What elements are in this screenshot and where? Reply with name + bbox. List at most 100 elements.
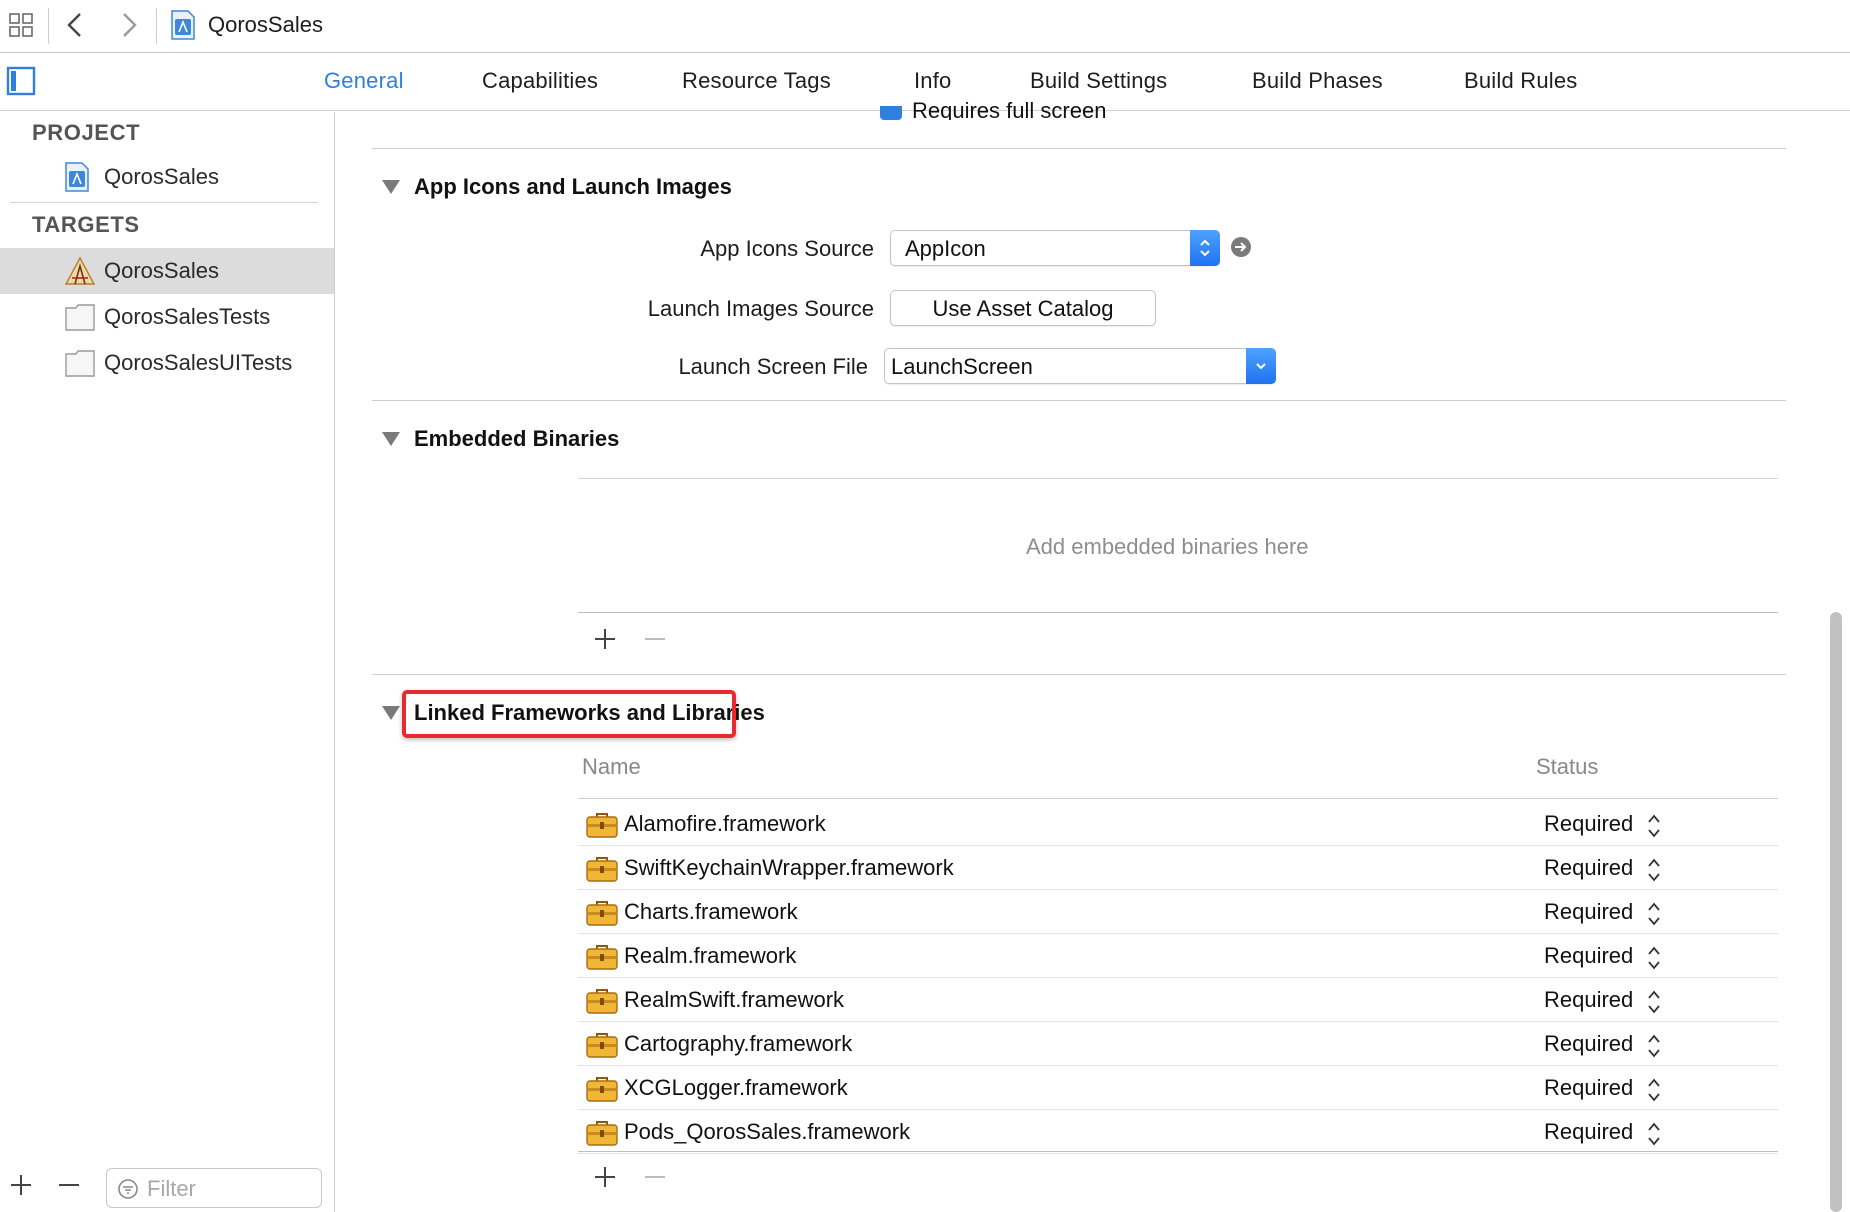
- go-to-arrow-icon[interactable]: [1230, 236, 1252, 258]
- project-file-icon: [64, 162, 96, 192]
- framework-row[interactable]: RealmSwift.framework Required: [578, 978, 1778, 1022]
- updown-chevron-icon[interactable]: [1646, 900, 1662, 928]
- tab-build-settings[interactable]: Build Settings: [1030, 68, 1167, 94]
- test-target-icon: [64, 348, 96, 378]
- framework-row[interactable]: SwiftKeychainWrapper.framework Required: [578, 846, 1778, 890]
- sidebar-item-label: QorosSalesUITests: [104, 350, 293, 375]
- project-file-icon: [170, 10, 196, 40]
- framework-toolbox-icon: [586, 1032, 618, 1058]
- updown-chevron-icon[interactable]: [1646, 988, 1662, 1016]
- updown-chevron-icon[interactable]: [1646, 1032, 1662, 1060]
- filter-placeholder: Filter: [147, 1176, 196, 1201]
- filter-icon: [117, 1178, 139, 1200]
- targets-heading: TARGETS: [32, 212, 140, 237]
- launch-images-source-label: Launch Images Source: [647, 296, 874, 321]
- highlight-annotation: [402, 690, 736, 738]
- tab-info[interactable]: Info: [914, 68, 952, 94]
- remove-target-button[interactable]: [56, 1172, 82, 1198]
- tab-build-phases[interactable]: Build Phases: [1252, 68, 1383, 94]
- app-icons-section-title: App Icons and Launch Images: [414, 174, 732, 199]
- name-column-header[interactable]: Name: [582, 754, 641, 780]
- framework-status[interactable]: Required: [1544, 987, 1633, 1013]
- sidebar-item-label: QorosSalesTests: [104, 304, 271, 329]
- project-navigator-sidebar: PROJECT QorosSales TARGETS QorosSales Qo…: [0, 112, 335, 1212]
- framework-row[interactable]: Pods_QorosSales.framework Required: [578, 1110, 1778, 1154]
- jump-bar: QorosSales: [0, 0, 1850, 53]
- framework-row[interactable]: Realm.framework Required: [578, 934, 1778, 978]
- framework-toolbox-icon: [586, 1120, 618, 1146]
- app-icons-source-popup[interactable]: AppIcon: [890, 230, 1220, 266]
- framework-row[interactable]: Charts.framework Required: [578, 890, 1778, 934]
- general-settings-editor: Requires full screen App Icons and Launc…: [336, 98, 1826, 1212]
- framework-toolbox-icon: [586, 988, 618, 1014]
- grid-icon[interactable]: [6, 10, 36, 40]
- framework-name: Pods_QorosSales.framework: [624, 1119, 911, 1144]
- requires-full-screen-label: Requires full screen: [912, 98, 1107, 120]
- updown-chevron-icon[interactable]: [1646, 1076, 1662, 1104]
- framework-status[interactable]: Required: [1544, 943, 1633, 969]
- remove-embedded-binary-button[interactable]: [642, 626, 668, 652]
- launch-screen-file-label: Launch Screen File: [678, 354, 868, 379]
- app-icons-source-value: AppIcon: [905, 236, 986, 261]
- add-embedded-binary-button[interactable]: [592, 626, 618, 652]
- framework-status[interactable]: Required: [1544, 811, 1633, 837]
- framework-status[interactable]: Required: [1544, 1119, 1633, 1145]
- framework-row[interactable]: Alamofire.framework Required: [578, 802, 1778, 846]
- framework-name: RealmSwift.framework: [624, 987, 845, 1012]
- sidebar-item-target-qorossales[interactable]: QorosSales: [0, 248, 334, 294]
- back-arrow-icon[interactable]: [60, 10, 90, 40]
- framework-status[interactable]: Required: [1544, 1031, 1633, 1057]
- framework-toolbox-icon: [586, 900, 618, 926]
- framework-status[interactable]: Required: [1544, 899, 1633, 925]
- remove-framework-button[interactable]: [642, 1164, 668, 1190]
- framework-status[interactable]: Required: [1544, 1075, 1633, 1101]
- updown-chevron-icon[interactable]: [1646, 856, 1662, 884]
- project-heading: PROJECT: [32, 120, 141, 145]
- sidebar-item-label: QorosSales: [104, 258, 219, 283]
- launch-screen-file-combo[interactable]: LaunchScreen: [884, 348, 1276, 384]
- add-target-button[interactable]: [8, 1172, 34, 1198]
- framework-row[interactable]: XCGLogger.framework Required: [578, 1066, 1778, 1110]
- sidebar-item-label: QorosSales: [104, 164, 219, 189]
- framework-name: SwiftKeychainWrapper.framework: [624, 855, 954, 880]
- disclosure-triangle-icon[interactable]: [382, 180, 400, 194]
- jump-bar-project-name[interactable]: QorosSales: [208, 12, 323, 38]
- sidebar-item-project[interactable]: QorosSales: [0, 154, 334, 200]
- framework-name: XCGLogger.framework: [624, 1075, 848, 1100]
- status-column-header[interactable]: Status: [1536, 754, 1598, 780]
- tab-capabilities[interactable]: Capabilities: [482, 68, 598, 94]
- scrollbar-thumb[interactable]: [1830, 612, 1842, 1212]
- requires-full-screen-checkbox[interactable]: [880, 106, 902, 120]
- vertical-scrollbar[interactable]: [1828, 612, 1844, 1212]
- forward-arrow-icon[interactable]: [114, 10, 144, 40]
- updown-chevron-icon: [1190, 230, 1220, 266]
- tab-general[interactable]: General: [324, 68, 404, 94]
- app-target-icon: [64, 256, 96, 286]
- embedded-binaries-section-title: Embedded Binaries: [414, 426, 620, 451]
- disclosure-triangle-icon[interactable]: [382, 706, 400, 720]
- framework-toolbox-icon: [586, 944, 618, 970]
- test-target-icon: [64, 302, 96, 332]
- use-asset-catalog-button[interactable]: Use Asset Catalog: [890, 290, 1156, 326]
- framework-name: Charts.framework: [624, 899, 798, 924]
- filter-field[interactable]: Filter: [106, 1168, 322, 1208]
- framework-toolbox-icon: [586, 856, 618, 882]
- framework-toolbox-icon: [586, 1076, 618, 1102]
- framework-row[interactable]: Cartography.framework Required: [578, 1022, 1778, 1066]
- tab-build-rules[interactable]: Build Rules: [1464, 68, 1577, 94]
- updown-chevron-icon[interactable]: [1646, 1120, 1662, 1148]
- disclosure-triangle-icon[interactable]: [382, 432, 400, 446]
- sidebar-item-target-uitests[interactable]: QorosSalesUITests: [0, 340, 334, 386]
- chevron-down-icon[interactable]: [1246, 348, 1276, 384]
- framework-status[interactable]: Required: [1544, 855, 1633, 881]
- tab-resource-tags[interactable]: Resource Tags: [682, 68, 831, 94]
- updown-chevron-icon[interactable]: [1646, 812, 1662, 840]
- framework-name: Cartography.framework: [624, 1031, 853, 1056]
- add-framework-button[interactable]: [592, 1164, 618, 1190]
- updown-chevron-icon[interactable]: [1646, 944, 1662, 972]
- launch-screen-file-value: LaunchScreen: [891, 354, 1033, 379]
- navigator-toggle-icon[interactable]: [6, 66, 36, 96]
- sidebar-item-target-tests[interactable]: QorosSalesTests: [0, 294, 334, 340]
- framework-name: Alamofire.framework: [624, 811, 826, 836]
- framework-name: Realm.framework: [624, 943, 797, 968]
